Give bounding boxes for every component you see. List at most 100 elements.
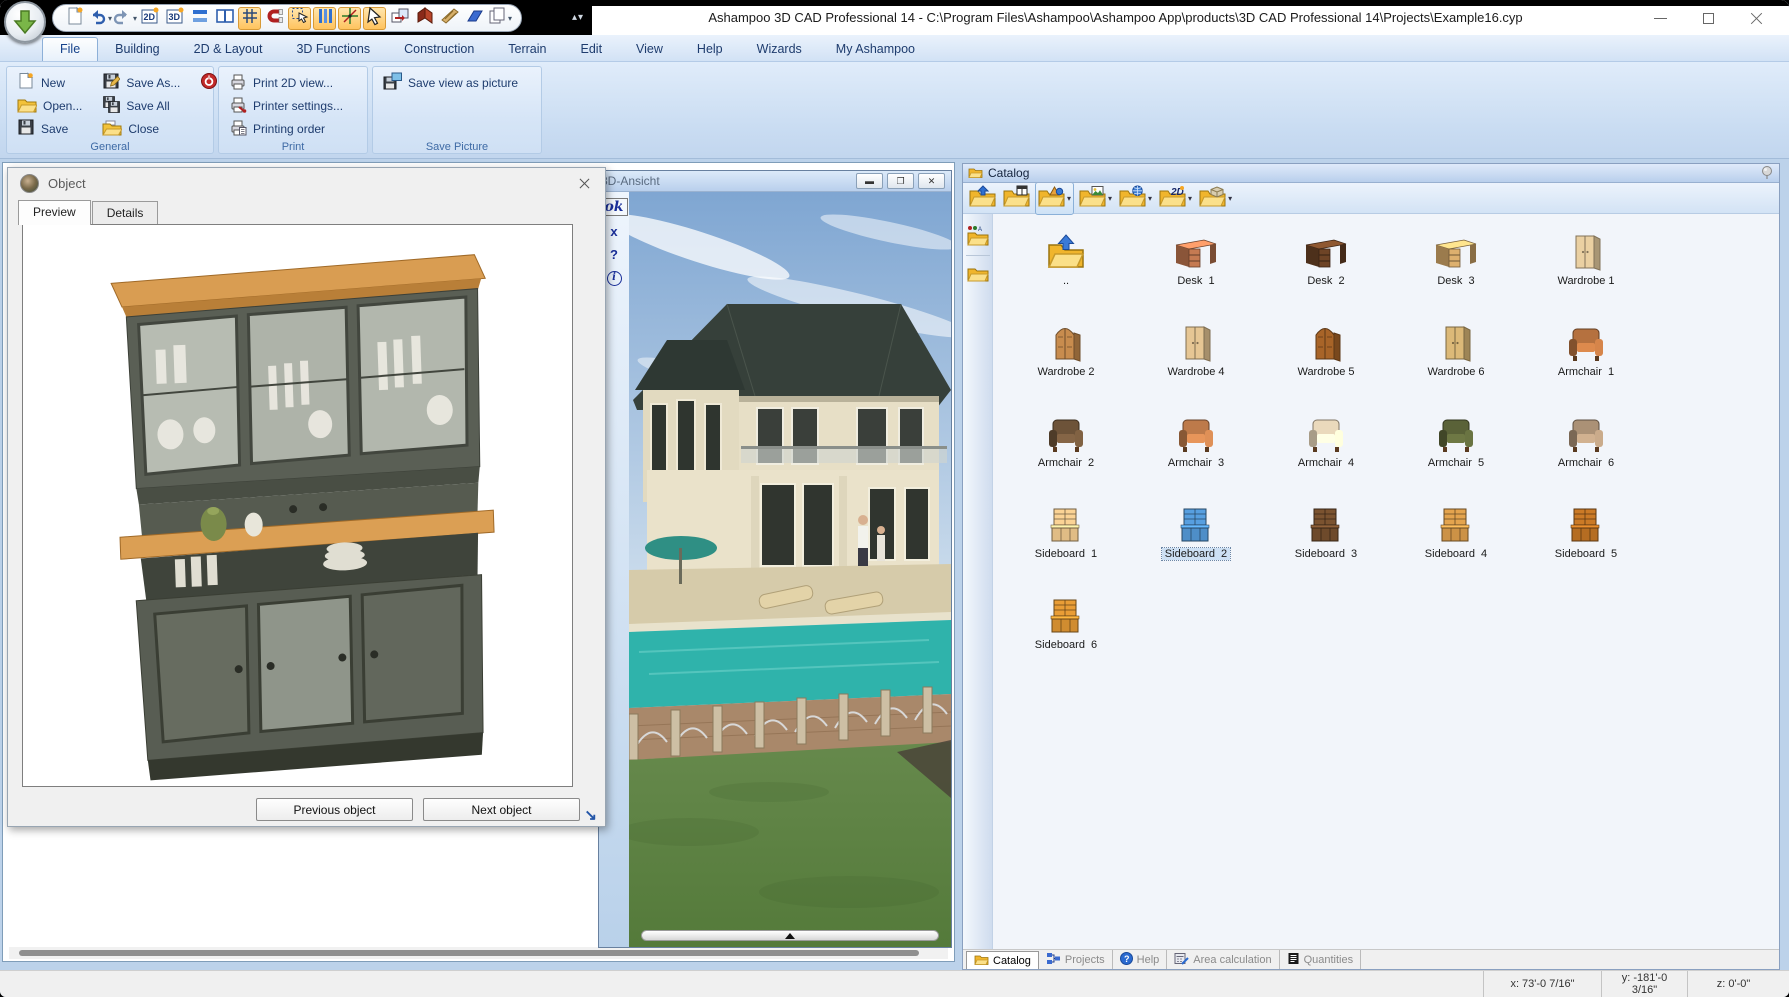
ribbon-item-save[interactable]: Save xyxy=(13,117,86,140)
catalog-item-desk-3[interactable]: Desk 3 xyxy=(1391,222,1521,313)
object-dialog-tab-details[interactable]: Details xyxy=(92,201,159,224)
horizontal-scrollbar[interactable] xyxy=(9,947,948,959)
catalog-toolbar-button-folder-room[interactable]: ▾ xyxy=(1197,183,1234,214)
view-3d-button-x[interactable]: x xyxy=(610,225,617,239)
qat-button-new-doc[interactable] xyxy=(63,7,86,30)
qat-button-section-bars[interactable] xyxy=(313,7,336,30)
ribbon-item-print-2d-view[interactable]: Print 2D view... xyxy=(225,71,359,94)
catalog-item-wardrobe-4[interactable]: Wardrobe 4 xyxy=(1131,313,1261,404)
qat-button-roof-tool[interactable] xyxy=(413,7,436,30)
qat-customize-icon[interactable]: ▴▾ xyxy=(572,12,584,23)
qat-button-undo[interactable]: ▾ xyxy=(88,7,111,30)
qat-button-framing-tool[interactable] xyxy=(438,7,461,30)
view-3d-button-i[interactable]: i xyxy=(607,271,622,286)
qat-button-select-area[interactable] xyxy=(288,7,311,30)
bottom-tab-help[interactable]: ?Help xyxy=(1113,950,1168,969)
catalog-item-sideboard-5[interactable]: Sideboard 5 xyxy=(1521,495,1651,586)
bottom-tab-quantities[interactable]: Quantities xyxy=(1280,950,1362,969)
tab-building[interactable]: Building xyxy=(98,38,176,61)
app-logo-button[interactable] xyxy=(4,1,46,43)
catalog-toolbar-button-folder-objects[interactable]: ▾ xyxy=(1035,182,1074,215)
qat-button-grid[interactable] xyxy=(238,7,261,30)
catalog-toolbar-button-folder-picture[interactable]: ▾ xyxy=(1077,183,1114,214)
view-3d-minimize-button[interactable]: ▬ xyxy=(856,173,883,189)
ribbon-item-printer-settings[interactable]: Printer settings... xyxy=(225,94,359,117)
ribbon-item-save-as[interactable]: Save As... xyxy=(98,71,184,94)
qat-button-layer-lines[interactable] xyxy=(188,7,211,30)
catalog-item-desk-1[interactable]: Desk 1 xyxy=(1131,222,1261,313)
tab-construction[interactable]: Construction xyxy=(387,38,491,61)
catalog-toolbar-button-folder-window[interactable] xyxy=(1001,183,1032,214)
catalog-item-armchair-4[interactable]: Armchair 4 xyxy=(1261,404,1391,495)
catalog-item-armchair-2[interactable]: Armchair 2 xyxy=(1001,404,1131,495)
ribbon-item-save-view-as-picture[interactable]: Save view as picture xyxy=(379,71,533,94)
close-button[interactable] xyxy=(1741,8,1771,28)
qat-button-axes[interactable] xyxy=(338,7,361,30)
bottom-tab-area-calculation[interactable]: Area calculation xyxy=(1167,950,1279,969)
qat-button-split-window[interactable] xyxy=(213,7,236,30)
catalog-item-armchair-3[interactable]: Armchair 3 xyxy=(1131,404,1261,495)
catalog-item-sideboard-1[interactable]: Sideboard 1 xyxy=(1001,495,1131,586)
tab-file[interactable]: File xyxy=(42,37,98,61)
qat-button-magnet[interactable] xyxy=(263,7,286,30)
catalog-item[interactable]: .. xyxy=(1001,222,1131,313)
catalog-item-sideboard-2[interactable]: Sideboard 2 xyxy=(1131,495,1261,586)
next-object-button[interactable]: Next object xyxy=(423,798,580,821)
view-3d-scene[interactable] xyxy=(629,192,951,947)
ribbon-item-save-all[interactable]: Save All xyxy=(98,94,184,117)
tab-help[interactable]: Help xyxy=(680,38,740,61)
catalog-titlebar[interactable]: Catalog xyxy=(963,164,1779,183)
catalog-item-sideboard-4[interactable]: Sideboard 4 xyxy=(1391,495,1521,586)
dialog-resize-icon[interactable]: ↘ xyxy=(584,806,597,824)
view-3d-close-button[interactable]: ✕ xyxy=(918,173,945,189)
qat-button-redo[interactable]: ▾ xyxy=(113,7,136,30)
tab-view[interactable]: View xyxy=(619,38,680,61)
qat-button-tile-tool[interactable] xyxy=(463,7,486,30)
ribbon-item-open[interactable]: Open... xyxy=(13,94,86,117)
catalog-item-sideboard-6[interactable]: Sideboard 6 xyxy=(1001,586,1131,677)
tab-3d-functions[interactable]: 3D Functions xyxy=(279,38,387,61)
tab-my-ashampoo[interactable]: My Ashampoo xyxy=(819,38,932,61)
qat-button-view-3d[interactable]: 3D xyxy=(163,7,186,30)
maximize-button[interactable] xyxy=(1693,8,1723,28)
catalog-item-wardrobe-5[interactable]: Wardrobe 5 xyxy=(1261,313,1391,404)
catalog-toolbar-button-folder-globe[interactable]: ▾ xyxy=(1117,183,1154,214)
view-3d-titlebar[interactable]: 3D-Ansicht ▬ ❐ ✕ xyxy=(599,171,951,192)
qat-button-copy-pages[interactable]: ▾ xyxy=(488,7,511,30)
catalog-item-armchair-5[interactable]: Armchair 5 xyxy=(1391,404,1521,495)
bottom-tab-catalog[interactable]: Catalog xyxy=(966,951,1039,969)
tab-edit[interactable]: Edit xyxy=(564,38,620,61)
ribbon-item-printing-order[interactable]: Printing order xyxy=(225,117,359,140)
catalog-toolbar-button-folder-2d[interactable]: 2D▾ xyxy=(1157,183,1194,214)
previous-object-button[interactable]: Previous object xyxy=(256,798,413,821)
pin-icon[interactable] xyxy=(1759,165,1775,183)
walkthrough-slider[interactable] xyxy=(641,930,939,941)
ribbon-item-close[interactable]: Close xyxy=(98,117,184,140)
ribbon-item-new[interactable]: New xyxy=(13,71,86,94)
qat-button-transfer-view[interactable] xyxy=(388,7,411,30)
tab-wizards[interactable]: Wizards xyxy=(740,38,819,61)
catalog-item-wardrobe-1[interactable]: Wardrobe 1 xyxy=(1521,222,1651,313)
catalog-item-armchair-1[interactable]: Armchair 1 xyxy=(1521,313,1651,404)
catalog-item-sideboard-3[interactable]: Sideboard 3 xyxy=(1261,495,1391,586)
qat-button-view-2d[interactable]: 2D xyxy=(138,7,161,30)
view-3d-restore-button[interactable]: ❐ xyxy=(887,173,914,189)
catalog-item-armchair-6[interactable]: Armchair 6 xyxy=(1521,404,1651,495)
catalog-toolbar-button-folder-import[interactable] xyxy=(967,183,998,214)
bottom-tab-projects[interactable]: Projects xyxy=(1039,950,1113,969)
tab-2d-layout[interactable]: 2D & Layout xyxy=(177,38,280,61)
catalog-item-wardrobe-2[interactable]: Wardrobe 2 xyxy=(1001,313,1131,404)
object-dialog-tab-preview[interactable]: Preview xyxy=(18,200,91,225)
minimize-button[interactable] xyxy=(1645,8,1675,28)
tab-terrain[interactable]: Terrain xyxy=(491,38,563,61)
catalog-item-desk-2[interactable]: Desk 2 xyxy=(1261,222,1391,313)
catalog-item-wardrobe-6[interactable]: Wardrobe 6 xyxy=(1391,313,1521,404)
rail-button-folder-groups[interactable]: A xyxy=(966,222,990,256)
wardrobe-icon xyxy=(1434,317,1478,363)
rail-button-folder-plain[interactable] xyxy=(966,262,990,291)
view-3d-button[interactable]: ? xyxy=(610,248,618,262)
scrollbar-thumb[interactable] xyxy=(19,950,919,956)
object-dialog-close-icon[interactable] xyxy=(573,173,595,193)
qat-button-cursor[interactable] xyxy=(363,7,386,30)
object-dialog-titlebar[interactable]: Object xyxy=(8,168,605,198)
